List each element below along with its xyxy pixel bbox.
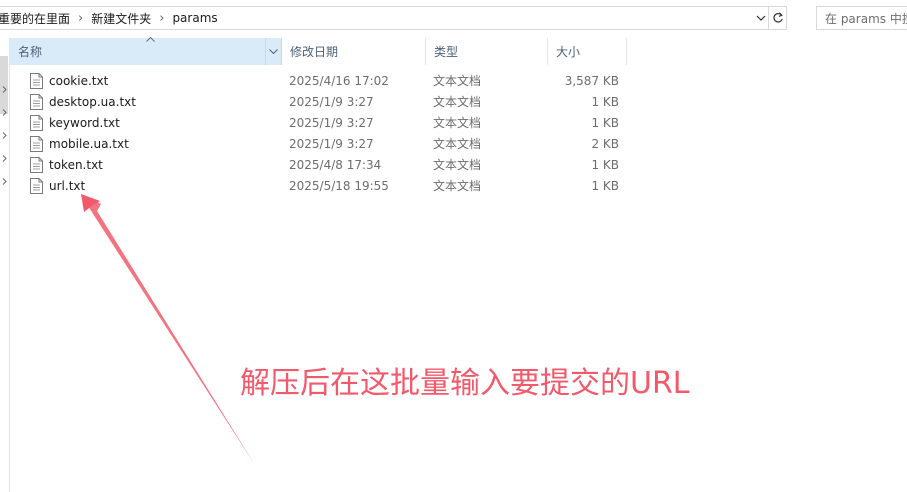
breadcrumb: 重要的在里面 › 新建文件夹 › params: [0, 7, 753, 29]
file-name: cookie.txt: [49, 73, 109, 88]
file-type: 文本文档: [433, 158, 482, 172]
breadcrumb-separator-icon[interactable]: ›: [76, 7, 85, 29]
file-type: 文本文档: [433, 116, 482, 130]
column-header-row: 名称 修改日期 类型 大小: [10, 36, 630, 65]
file-name: mobile.ua.txt: [49, 136, 129, 151]
file-type: 文本文档: [433, 137, 482, 151]
file-date: 2025/1/9 3:27: [289, 94, 374, 109]
navigation-pane[interactable]: [0, 38, 10, 492]
text-file-icon: [30, 72, 43, 89]
address-bar[interactable]: 重要的在里面 › 新建文件夹 › params: [0, 6, 787, 30]
column-header-date[interactable]: 修改日期: [282, 38, 426, 65]
file-row[interactable]: url.txt 2025/5/18 19:55 文本文档 1 KB: [10, 175, 630, 196]
column-header-label: 类型: [434, 45, 459, 59]
address-history-button[interactable]: [753, 7, 768, 29]
file-name-cell: desktop.ua.txt: [30, 91, 270, 112]
text-file-icon: [30, 156, 43, 173]
expand-chevron-icon[interactable]: [0, 130, 8, 140]
file-row[interactable]: desktop.ua.txt 2025/1/9 3:27 文本文档 1 KB: [10, 91, 630, 112]
column-header-name[interactable]: 名称: [10, 36, 282, 65]
column-filter-button[interactable]: [265, 38, 281, 65]
file-name-cell: token.txt: [30, 154, 270, 175]
file-size: 3,587 KB: [564, 73, 619, 88]
column-header-label: 修改日期: [290, 45, 339, 59]
file-explorer-window: 重要的在里面 › 新建文件夹 › params 在 params 中搜索: [0, 0, 907, 492]
annotation-text: 解压后在这批量输入要提交的URL: [240, 366, 690, 401]
text-file-icon: [30, 135, 43, 152]
file-date: 2025/5/18 19:55: [289, 178, 389, 193]
expand-chevron-icon[interactable]: [0, 176, 8, 186]
file-row[interactable]: token.txt 2025/4/8 17:34 文本文档 1 KB: [10, 154, 630, 175]
sort-ascending-icon: [146, 32, 155, 45]
file-name: desktop.ua.txt: [49, 94, 136, 109]
file-date: 2025/1/9 3:27: [289, 136, 374, 151]
search-placeholder: 在 params 中搜索: [825, 11, 907, 26]
file-row[interactable]: keyword.txt 2025/1/9 3:27 文本文档 1 KB: [10, 112, 630, 133]
file-size: 2 KB: [591, 136, 619, 151]
chevron-down-icon: [269, 49, 278, 54]
file-type: 文本文档: [433, 179, 482, 193]
column-header-size[interactable]: 大小: [548, 38, 627, 65]
file-size: 1 KB: [591, 115, 619, 130]
file-date: 2025/1/9 3:27: [289, 115, 374, 130]
expand-chevron-icon[interactable]: [0, 84, 8, 94]
file-name: url.txt: [49, 178, 86, 193]
file-size: 1 KB: [591, 178, 619, 193]
breadcrumb-item[interactable]: 重要的在里面: [0, 7, 76, 29]
refresh-button[interactable]: [768, 7, 786, 29]
search-input[interactable]: 在 params 中搜索: [816, 6, 907, 30]
file-name-cell: cookie.txt: [30, 70, 270, 91]
file-size: 1 KB: [591, 94, 619, 109]
breadcrumb-item[interactable]: 新建文件夹: [85, 7, 157, 29]
file-name: keyword.txt: [49, 115, 120, 130]
text-file-icon: [30, 93, 43, 110]
column-header-type[interactable]: 类型: [426, 38, 548, 65]
file-name-cell: mobile.ua.txt: [30, 133, 270, 154]
column-header-label: 大小: [556, 45, 581, 59]
expand-chevron-icon[interactable]: [0, 107, 8, 117]
file-name: token.txt: [49, 157, 103, 172]
file-size: 1 KB: [591, 157, 619, 172]
expand-chevron-icon[interactable]: [0, 153, 8, 163]
file-name-cell: url.txt: [30, 175, 270, 196]
file-row[interactable]: cookie.txt 2025/4/16 17:02 文本文档 3,587 KB: [10, 70, 630, 91]
file-date: 2025/4/8 17:34: [289, 157, 382, 172]
chevron-down-icon: [756, 15, 766, 21]
refresh-icon: [772, 12, 783, 23]
file-name-cell: keyword.txt: [30, 112, 270, 133]
file-type: 文本文档: [433, 95, 482, 109]
breadcrumb-separator-icon[interactable]: ›: [157, 7, 166, 29]
text-file-icon: [30, 177, 43, 194]
text-file-icon: [30, 114, 43, 131]
column-header-label: 名称: [18, 45, 43, 59]
file-row[interactable]: mobile.ua.txt 2025/1/9 3:27 文本文档 2 KB: [10, 133, 630, 154]
file-date: 2025/4/16 17:02: [289, 73, 389, 88]
breadcrumb-item[interactable]: params: [166, 7, 223, 29]
file-type: 文本文档: [433, 74, 482, 88]
